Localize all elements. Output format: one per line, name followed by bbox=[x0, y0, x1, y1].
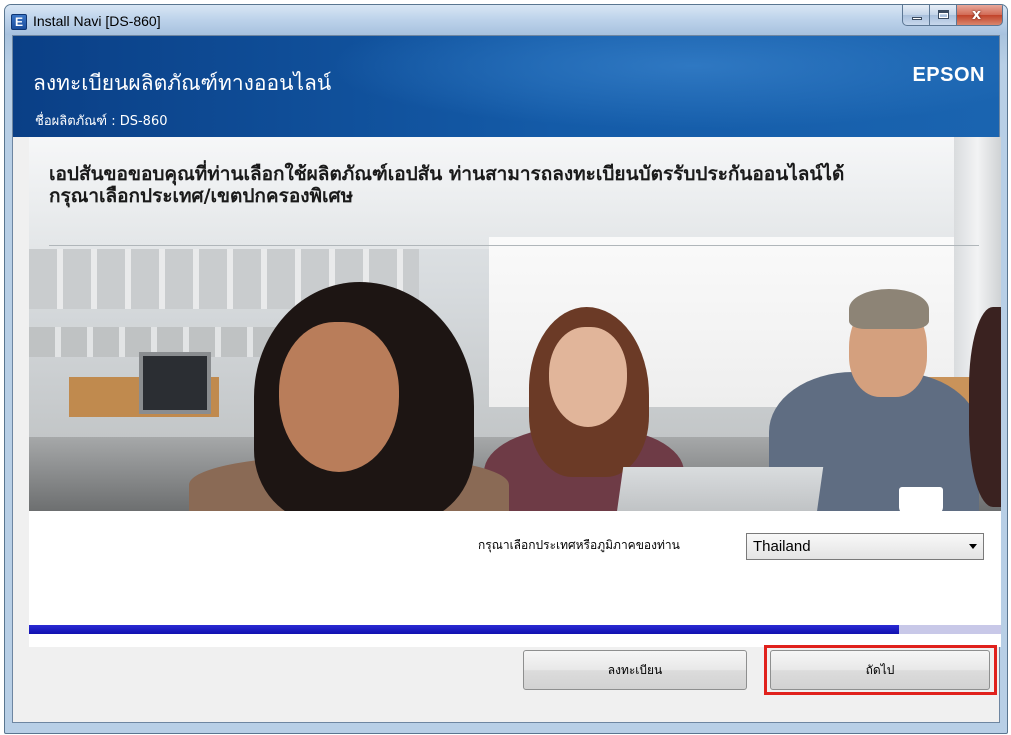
office-photo: เอปสันขอขอบคุณที่ท่านเลือกใช้ผลิตภัณฑ์เอ… bbox=[29, 137, 1001, 511]
photo-person-man-hair bbox=[849, 289, 929, 329]
country-label: กรุณาเลือกประเทศหรือภูมิภาคของท่าน bbox=[478, 538, 680, 552]
window-controls: x bbox=[902, 5, 1003, 27]
photo-monitor bbox=[139, 352, 211, 414]
close-button[interactable]: x bbox=[957, 5, 1003, 26]
banner-divider bbox=[49, 245, 979, 246]
country-dropdown[interactable]: Thailand bbox=[746, 533, 984, 560]
progress-bar bbox=[29, 625, 1001, 634]
epson-app-icon: E bbox=[11, 14, 27, 30]
close-icon: x bbox=[972, 7, 982, 23]
photo-laptop bbox=[614, 467, 824, 511]
register-button[interactable]: ลงทะเบียน bbox=[523, 650, 747, 690]
installer-window: E Install Navi [DS-860] x ลงทะเบียนผลิตภ… bbox=[4, 4, 1008, 734]
window-title: Install Navi [DS-860] bbox=[33, 13, 161, 29]
product-name: ชื่อผลิตภัณฑ์ : DS-860 bbox=[35, 114, 168, 129]
page-title: ลงทะเบียนผลิตภัณฑ์ทางออนไลน์ bbox=[33, 71, 332, 95]
title-bar[interactable]: E Install Navi [DS-860] x bbox=[5, 5, 1007, 35]
maximize-button[interactable] bbox=[930, 5, 957, 26]
photo-cup bbox=[899, 487, 943, 511]
epson-logo: EPSON bbox=[912, 64, 985, 86]
photo-person-woman1-face bbox=[279, 322, 399, 472]
banner-line-instruction: กรุณาเลือกประเทศ/เขตปกครองพิเศษ bbox=[49, 185, 354, 207]
minimize-button[interactable] bbox=[902, 5, 930, 26]
header-banner: ลงทะเบียนผลิตภัณฑ์ทางออนไลน์ EPSON ชื่อผ… bbox=[13, 36, 999, 137]
chevron-down-icon bbox=[969, 544, 977, 549]
banner-line-thanks: เอปสันขอขอบคุณที่ท่านเลือกใช้ผลิตภัณฑ์เอ… bbox=[49, 163, 845, 185]
photo-person-edge bbox=[969, 307, 1001, 507]
minimize-icon bbox=[912, 17, 922, 20]
country-selected-value: Thailand bbox=[753, 538, 811, 555]
progress-fill bbox=[29, 625, 899, 634]
client-area: ลงทะเบียนผลิตภัณฑ์ทางออนไลน์ EPSON ชื่อผ… bbox=[12, 35, 1001, 723]
next-button-highlight bbox=[764, 645, 997, 695]
maximize-icon bbox=[938, 10, 949, 19]
banner-text: เอปสันขอขอบคุณที่ท่านเลือกใช้ผลิตภัณฑ์เอ… bbox=[49, 163, 989, 207]
photo-person-woman2-face bbox=[549, 327, 627, 427]
